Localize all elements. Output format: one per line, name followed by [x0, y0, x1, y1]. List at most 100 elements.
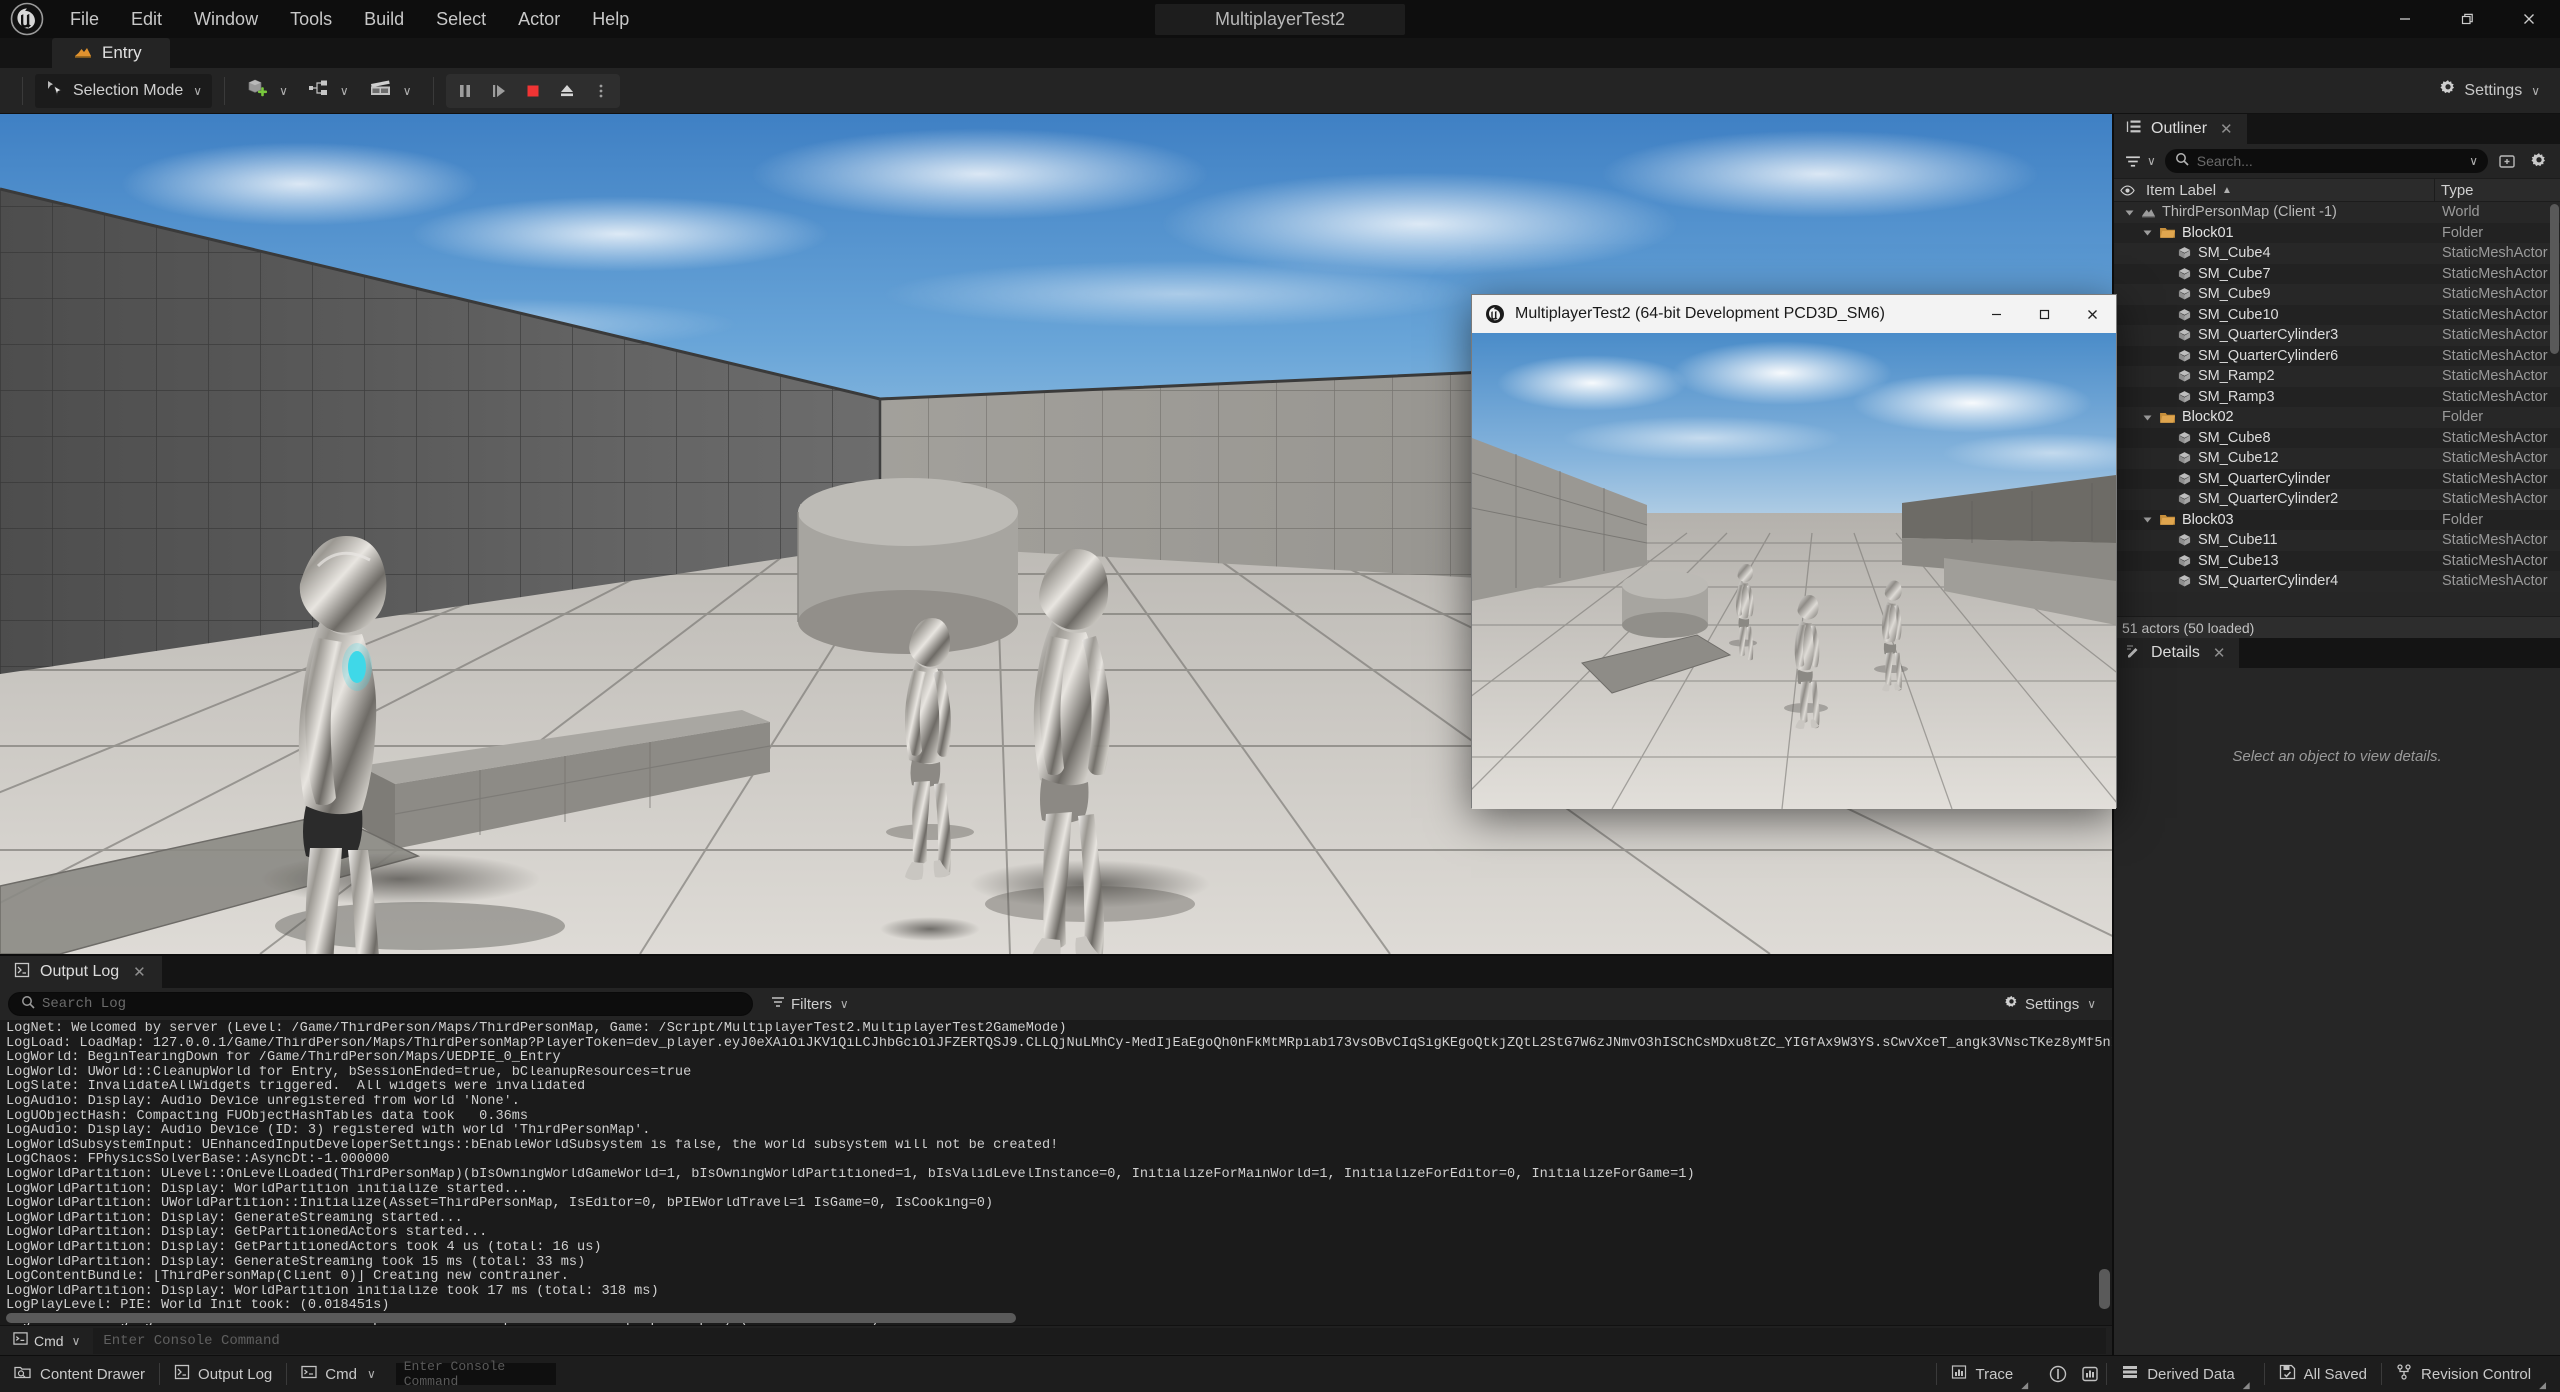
- output-log-body[interactable]: LogNet: Welcomed by server (Level: /Game…: [0, 1020, 2112, 1325]
- outliner-filter-button[interactable]: ∨: [2122, 154, 2159, 169]
- trace-stats-button[interactable]: [2074, 1356, 2106, 1392]
- trace-button[interactable]: Trace ◢: [1937, 1356, 2042, 1392]
- viewport-settings-button[interactable]: Settings ∨: [2429, 75, 2550, 107]
- revision-control-button[interactable]: Revision Control ◢: [2382, 1356, 2560, 1392]
- minimize-button[interactable]: [2374, 0, 2436, 38]
- console-command-input[interactable]: Enter Console Command: [93, 1328, 2106, 1354]
- outliner-row[interactable]: SM_Cube11StaticMeshActor: [2114, 530, 2560, 551]
- menu-edit[interactable]: Edit: [115, 0, 178, 38]
- column-header-type[interactable]: Type: [2434, 179, 2560, 201]
- chevron-down-icon[interactable]: ∨: [2469, 154, 2478, 168]
- play-options-button[interactable]: [584, 74, 618, 108]
- menu-build[interactable]: Build: [348, 0, 420, 38]
- pie-window-titlebar[interactable]: MultiplayerTest2 (64-bit Development PCD…: [1472, 295, 2116, 333]
- outliner-row[interactable]: SM_Ramp3StaticMeshActor: [2114, 387, 2560, 408]
- outliner-row-name: SM_QuarterCylinder2: [2114, 491, 2434, 507]
- cmd-mode-dropdown[interactable]: Cmd ∨: [4, 1328, 89, 1354]
- derived-data-button[interactable]: Derived Data ◢: [2107, 1356, 2263, 1392]
- pie-viewport[interactable]: [1472, 333, 2116, 809]
- log-horizontal-scroll-thumb[interactable]: [6, 1313, 1016, 1323]
- log-line: LogWorldPartition: Display: GetPartition…: [6, 1226, 2112, 1241]
- log-search-input[interactable]: Search Log: [8, 992, 753, 1016]
- outliner-scrollbar-thumb[interactable]: [2550, 204, 2559, 354]
- close-icon[interactable]: ✕: [2209, 644, 2230, 662]
- menu-help[interactable]: Help: [576, 0, 645, 38]
- log-vertical-scroll-thumb[interactable]: [2099, 1269, 2110, 1309]
- column-header-item-label[interactable]: Item Label ▲: [2140, 182, 2434, 199]
- log-horizontal-scrollbar[interactable]: [6, 1313, 2088, 1323]
- menu-window[interactable]: Window: [178, 0, 274, 38]
- pie-close-button[interactable]: [2068, 295, 2116, 333]
- status-cmd-dropdown[interactable]: Cmd ∨: [287, 1356, 389, 1392]
- eject-button[interactable]: [550, 74, 584, 108]
- selection-mode-button[interactable]: Selection Mode ∨: [35, 74, 212, 108]
- outliner-row[interactable]: Block03Folder: [2114, 510, 2560, 531]
- outliner-row-type: Folder: [2434, 512, 2560, 528]
- outliner-row[interactable]: SM_Cube4StaticMeshActor: [2114, 243, 2560, 264]
- outliner-row[interactable]: SM_QuarterCylinder4StaticMeshActor: [2114, 571, 2560, 592]
- outliner-row[interactable]: SM_Ramp2StaticMeshActor: [2114, 366, 2560, 387]
- tab-details[interactable]: Details ✕: [2114, 638, 2239, 668]
- content-drawer-button[interactable]: Content Drawer: [0, 1356, 159, 1392]
- outliner-row[interactable]: SM_Cube12StaticMeshActor: [2114, 448, 2560, 469]
- outliner-row[interactable]: SM_QuarterCylinder3StaticMeshActor: [2114, 325, 2560, 346]
- outliner-row[interactable]: SM_Cube13StaticMeshActor: [2114, 551, 2560, 572]
- outliner-row[interactable]: SM_QuarterCylinder2StaticMeshActor: [2114, 489, 2560, 510]
- tab-outliner[interactable]: Outliner ✕: [2114, 114, 2247, 144]
- folder-icon: [2159, 226, 2176, 239]
- menu-select[interactable]: Select: [420, 0, 502, 38]
- menu-tools[interactable]: Tools: [274, 0, 348, 38]
- outliner-row[interactable]: Block02Folder: [2114, 407, 2560, 428]
- outliner-row-type: StaticMeshActor: [2434, 327, 2560, 343]
- outliner-row[interactable]: SM_Cube8StaticMeshActor: [2114, 428, 2560, 449]
- menu-actor[interactable]: Actor: [502, 0, 576, 38]
- pie-maximize-button[interactable]: [2020, 295, 2068, 333]
- blueprints-button[interactable]: ∨: [298, 74, 359, 108]
- close-icon[interactable]: ✕: [2216, 120, 2237, 138]
- status-console-input[interactable]: Enter Console Command: [396, 1363, 556, 1385]
- close-icon[interactable]: ✕: [129, 963, 150, 981]
- frame-advance-button[interactable]: [482, 74, 516, 108]
- level-tab-entry[interactable]: Entry: [52, 38, 170, 68]
- log-filters-button[interactable]: Filters ∨: [763, 992, 857, 1016]
- stop-button[interactable]: [516, 74, 550, 108]
- outliner-row[interactable]: ThirdPersonMap (Client -1)World: [2114, 202, 2560, 223]
- trace-record-button[interactable]: [2042, 1356, 2074, 1392]
- outliner-row-label: SM_Ramp2: [2198, 368, 2275, 384]
- unreal-logo-icon[interactable]: [0, 0, 54, 38]
- cinematics-button[interactable]: ∨: [359, 74, 422, 108]
- outliner-row[interactable]: SM_Cube7StaticMeshActor: [2114, 264, 2560, 285]
- expand-arrow-icon[interactable]: [2124, 207, 2135, 218]
- outliner-row[interactable]: SM_Cube10StaticMeshActor: [2114, 305, 2560, 326]
- log-line-list: LogNet: Welcomed by server (Level: /Game…: [0, 1022, 2112, 1325]
- pie-game-window[interactable]: MultiplayerTest2 (64-bit Development PCD…: [1471, 294, 2117, 808]
- derived-data-label: Derived Data: [2147, 1366, 2235, 1383]
- revision-control-icon: [2396, 1364, 2413, 1384]
- expand-arrow-icon[interactable]: [2142, 412, 2153, 423]
- restore-button[interactable]: [2436, 0, 2498, 38]
- outliner-row[interactable]: Block01Folder: [2114, 223, 2560, 244]
- pie-minimize-button[interactable]: [1972, 295, 2020, 333]
- log-settings-button[interactable]: Settings ∨: [1996, 992, 2104, 1016]
- create-actor-button[interactable]: ∨: [237, 74, 298, 108]
- close-button[interactable]: [2498, 0, 2560, 38]
- visibility-eye-icon[interactable]: [2114, 185, 2140, 196]
- outliner-row[interactable]: SM_QuarterCylinderStaticMeshActor: [2114, 469, 2560, 490]
- outliner-tree-list[interactable]: ThirdPersonMap (Client -1)WorldBlock01Fo…: [2114, 202, 2560, 616]
- expand-arrow-icon[interactable]: [2142, 514, 2153, 525]
- outliner-row[interactable]: SM_QuarterCylinder6StaticMeshActor: [2114, 346, 2560, 367]
- tab-output-log[interactable]: Output Log ✕: [0, 956, 162, 988]
- outliner-row-label: Block02: [2182, 409, 2234, 425]
- menu-file[interactable]: File: [54, 0, 115, 38]
- status-output-log-button[interactable]: Output Log: [160, 1356, 286, 1392]
- pause-button[interactable]: [448, 74, 482, 108]
- outliner-search-input[interactable]: Search... ∨: [2165, 149, 2488, 173]
- item-label-text: Item Label: [2146, 182, 2216, 199]
- outliner-row[interactable]: SM_Cube9StaticMeshActor: [2114, 284, 2560, 305]
- expand-arrow-icon[interactable]: [2142, 227, 2153, 238]
- all-saved-button[interactable]: All Saved: [2265, 1356, 2381, 1392]
- log-vertical-scrollbar[interactable]: [2099, 1022, 2110, 1309]
- trace-corner-arrow: ◢: [2021, 1380, 2028, 1391]
- outliner-new-folder-button[interactable]: [2494, 148, 2520, 174]
- outliner-settings-button[interactable]: [2526, 148, 2552, 174]
